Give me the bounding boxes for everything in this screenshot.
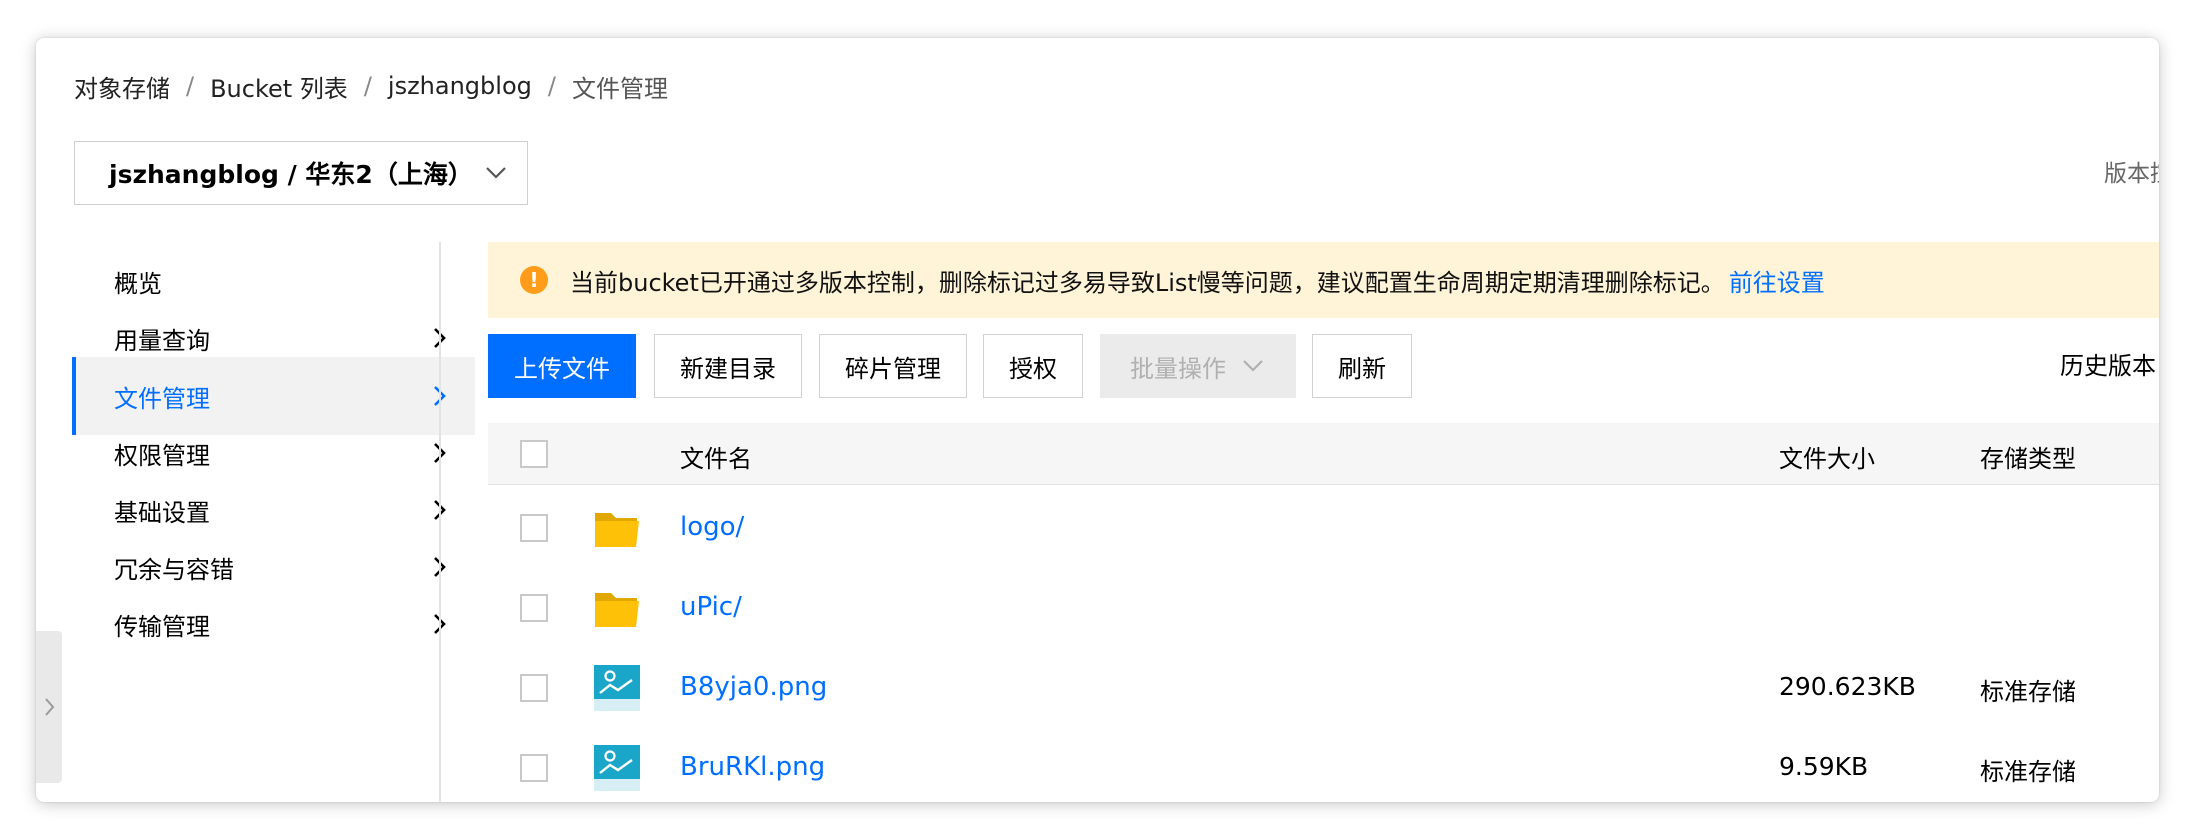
exclamation-circle-icon: ! xyxy=(520,266,548,294)
breadcrumb-item-object-storage[interactable]: 对象存储 xyxy=(74,69,170,104)
file-size: 290.623KB xyxy=(1779,672,1916,701)
row-checkbox[interactable] xyxy=(520,754,548,782)
sidebar: 概览 用量查询 文件管理 权限管理 基础设置 冗余与容错 传输管理 xyxy=(72,242,476,802)
history-versions-toggle[interactable]: 历史版本 xyxy=(2060,346,2156,381)
file-size: 9.59KB xyxy=(1779,752,1869,781)
table-row[interactable]: BruRKl.png 9.59KB 标准存储 xyxy=(488,728,2159,802)
new-folder-button[interactable]: 新建目录 xyxy=(654,334,802,398)
table-row[interactable]: B8yja0.png 290.623KB 标准存储 xyxy=(488,648,2159,728)
breadcrumb-item-current: 文件管理 xyxy=(571,74,668,103)
sidebar-item-label: 权限管理 xyxy=(114,441,210,470)
breadcrumb-separator: / xyxy=(547,72,556,100)
storage-type: 标准存储 xyxy=(1980,678,2076,706)
image-file-icon xyxy=(594,745,640,791)
breadcrumb-item-bucket[interactable]: jszhangblog xyxy=(388,72,532,100)
table-row[interactable]: uPic/ xyxy=(488,568,2159,648)
breadcrumb-separator: / xyxy=(363,72,372,100)
table-header: 文件名 文件大小 存储类型 xyxy=(488,423,2159,485)
notice-settings-link[interactable]: 前往设置 xyxy=(1729,263,1825,298)
breadcrumb: 对象存储 / Bucket 列表 / jszhangblog / 文件管理 xyxy=(74,66,668,106)
folder-icon xyxy=(595,513,639,547)
table-row[interactable]: logo/ xyxy=(488,488,2159,568)
chevron-down-icon xyxy=(486,167,506,179)
column-header-type[interactable]: 存储类型 xyxy=(1980,439,2076,474)
sidebar-collapse-toggle[interactable] xyxy=(36,631,62,783)
file-name-link[interactable]: logo/ xyxy=(680,512,744,542)
bucket-select-value: jszhangblog / 华东2（上海） xyxy=(109,160,473,189)
fragment-management-button[interactable]: 碎片管理 xyxy=(819,334,967,398)
notice-banner: ! 当前bucket已开通过多版本控制，删除标记过多易导致List慢等问题，建议… xyxy=(488,242,2159,318)
sidebar-item-label: 概览 xyxy=(114,269,162,298)
sidebar-item-transfer[interactable]: 传输管理 xyxy=(72,585,475,663)
column-header-size[interactable]: 文件大小 xyxy=(1779,439,1875,474)
file-name-link[interactable]: B8yja0.png xyxy=(680,672,827,702)
sidebar-divider xyxy=(439,242,441,802)
select-all-checkbox[interactable] xyxy=(520,440,548,468)
batch-operations-dropdown[interactable]: 批量操作 xyxy=(1100,334,1296,398)
bucket-select[interactable]: jszhangblog / 华东2（上海） xyxy=(74,141,528,205)
file-name-link[interactable]: BruRKl.png xyxy=(680,752,825,782)
folder-icon xyxy=(595,593,639,627)
sidebar-item-label: 文件管理 xyxy=(114,384,210,413)
row-checkbox[interactable] xyxy=(520,514,548,542)
batch-operations-label: 批量操作 xyxy=(1130,354,1226,383)
authorize-button[interactable]: 授权 xyxy=(983,334,1083,398)
storage-type: 标准存储 xyxy=(1980,758,2076,786)
sidebar-item-label: 传输管理 xyxy=(114,612,210,641)
sidebar-item-label: 基础设置 xyxy=(114,498,210,527)
app-window: 对象存储 / Bucket 列表 / jszhangblog / 文件管理 js… xyxy=(36,38,2159,802)
refresh-button[interactable]: 刷新 xyxy=(1312,334,1412,398)
file-name-link[interactable]: uPic/ xyxy=(680,592,742,622)
notice-text: 当前bucket已开通过多版本控制，删除标记过多易导致List慢等问题，建议配置… xyxy=(570,268,1725,297)
row-checkbox[interactable] xyxy=(520,594,548,622)
sidebar-item-label: 用量查询 xyxy=(114,326,210,355)
upload-file-button[interactable]: 上传文件 xyxy=(488,334,636,398)
breadcrumb-item-bucket-list[interactable]: Bucket 列表 xyxy=(210,69,348,104)
row-checkbox[interactable] xyxy=(520,674,548,702)
sidebar-item-label: 冗余与容错 xyxy=(114,555,234,584)
column-header-name[interactable]: 文件名 xyxy=(680,439,752,474)
version-control-label[interactable]: 版本控 xyxy=(2104,154,2159,188)
image-file-icon xyxy=(594,665,640,711)
breadcrumb-separator: / xyxy=(186,72,195,100)
chevron-right-icon xyxy=(45,698,55,716)
chevron-down-icon xyxy=(1243,360,1263,372)
